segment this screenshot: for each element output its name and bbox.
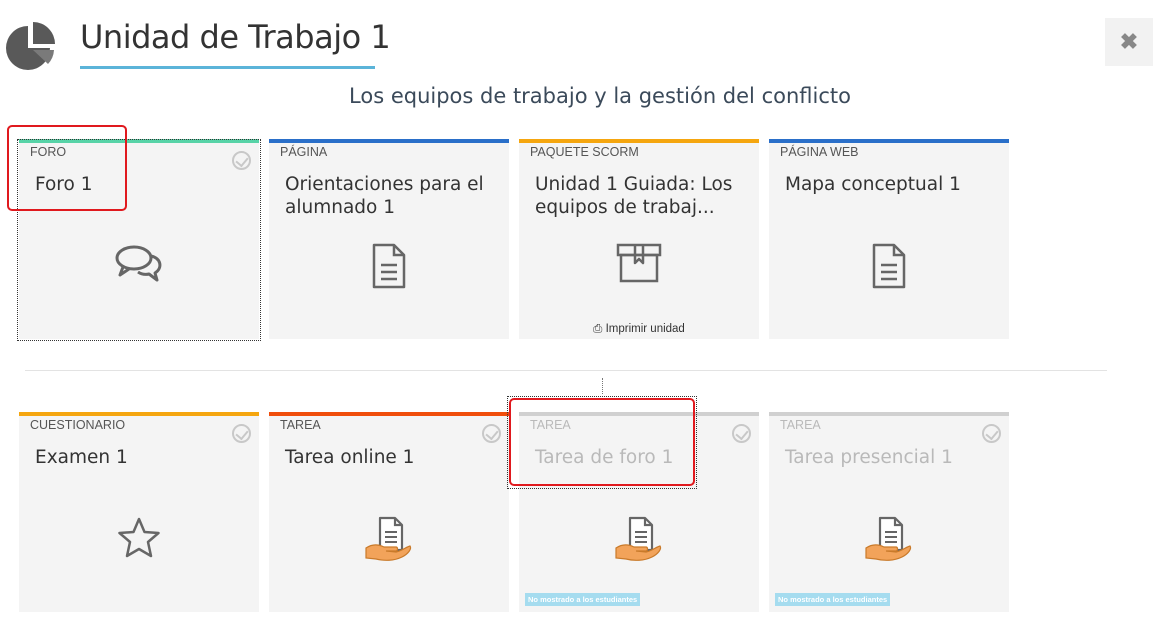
completion-check-icon[interactable] bbox=[482, 424, 501, 443]
assignment-icon bbox=[365, 516, 412, 561]
completion-check-icon[interactable] bbox=[232, 424, 251, 443]
card-title[interactable]: Unidad 1 Guiada: Los equipos de trabaj..… bbox=[535, 173, 750, 219]
highlight-box bbox=[509, 398, 695, 486]
card-type: CUESTIONARIO bbox=[30, 418, 126, 432]
activity-card-scorm[interactable]: PAQUETE SCORM Unidad 1 Guiada: Los equip… bbox=[519, 139, 759, 339]
document-icon bbox=[372, 243, 406, 289]
pie-chart-icon bbox=[6, 22, 55, 70]
activity-card-cuestionario[interactable]: CUESTIONARIO Examen 1 bbox=[19, 412, 259, 612]
drop-indicator bbox=[602, 378, 603, 394]
section-divider bbox=[25, 370, 1107, 371]
assignment-icon bbox=[865, 516, 912, 561]
assignment-icon bbox=[615, 516, 662, 561]
print-unit-link[interactable]: ⎙ Imprimir unidad bbox=[519, 323, 759, 336]
highlight-box bbox=[7, 125, 127, 211]
card-type: PAQUETE SCORM bbox=[530, 145, 639, 159]
card-title[interactable]: Tarea presencial 1 bbox=[785, 446, 1000, 469]
activity-card-pagina[interactable]: PÁGINA Orientaciones para el alumnado 1 bbox=[269, 139, 509, 339]
printer-icon: ⎙ bbox=[593, 323, 606, 335]
document-icon bbox=[872, 243, 906, 289]
card-title[interactable]: Tarea online 1 bbox=[285, 446, 500, 469]
completion-check-icon[interactable] bbox=[732, 424, 751, 443]
activity-card-pagina-web[interactable]: PÁGINA WEB Mapa conceptual 1 bbox=[769, 139, 1009, 339]
card-title[interactable]: Orientaciones para el alumnado 1 bbox=[285, 173, 500, 219]
package-icon bbox=[616, 243, 662, 283]
title-underline bbox=[80, 66, 375, 69]
card-type: TAREA bbox=[280, 418, 321, 432]
card-type: TAREA bbox=[780, 418, 821, 432]
completion-check-icon[interactable] bbox=[982, 424, 1001, 443]
card-type: PÁGINA WEB bbox=[780, 145, 859, 159]
activity-card-tarea-presencial[interactable]: TAREA Tarea presencial 1 No mostrado a l… bbox=[769, 412, 1009, 612]
card-title[interactable]: Examen 1 bbox=[35, 446, 250, 469]
unit-subtitle: Los equipos de trabajo y la gestión del … bbox=[349, 84, 851, 108]
hidden-from-students-badge: No mostrado a los estudiantes bbox=[525, 593, 641, 606]
card-type: PÁGINA bbox=[280, 145, 328, 159]
close-button[interactable]: ✖ bbox=[1105, 18, 1153, 66]
unit-title: Unidad de Trabajo 1 bbox=[80, 18, 391, 56]
hidden-from-students-badge: No mostrado a los estudiantes bbox=[775, 593, 891, 606]
star-icon bbox=[118, 517, 160, 558]
print-unit-label: Imprimir unidad bbox=[605, 323, 685, 335]
activity-card-tarea[interactable]: TAREA Tarea online 1 bbox=[269, 412, 509, 612]
card-title[interactable]: Mapa conceptual 1 bbox=[785, 173, 1000, 196]
